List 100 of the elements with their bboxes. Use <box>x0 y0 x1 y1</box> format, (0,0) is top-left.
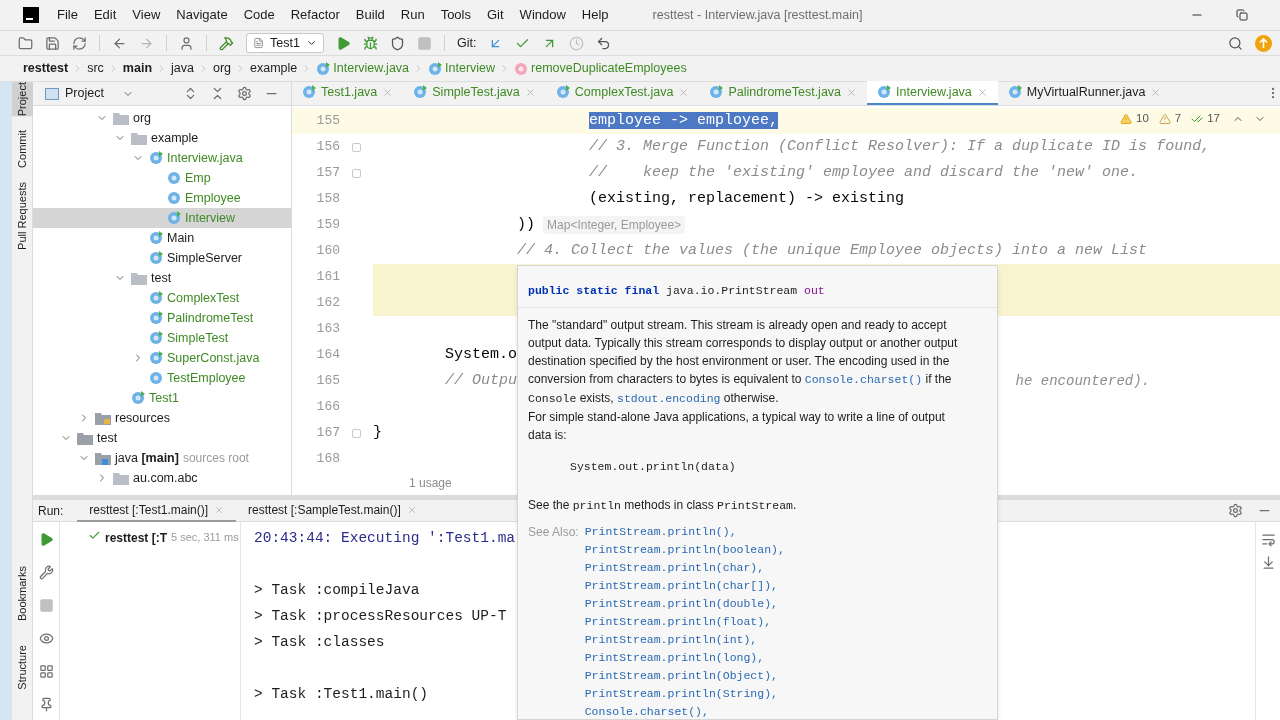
search-icon[interactable] <box>1228 35 1243 51</box>
rollback-icon[interactable] <box>596 35 612 51</box>
doc-link[interactable]: PrintStream.println(boolean), <box>584 541 785 559</box>
doc-link[interactable]: PrintStream.println(char[]), <box>584 577 778 595</box>
tree-item[interactable]: SimpleTest <box>33 328 291 348</box>
close-icon[interactable] <box>214 504 225 515</box>
menu-item[interactable]: Refactor <box>282 5 348 25</box>
doc-link[interactable]: PrintStream.println(Object), <box>584 667 778 685</box>
doc-link[interactable]: PrintStream.println(String), <box>584 685 778 703</box>
tree-item[interactable]: PalindromeTest <box>33 308 291 328</box>
editor-tab[interactable]: ComplexTest.java <box>545 81 700 105</box>
tree-item[interactable]: example <box>33 128 291 148</box>
fold-marker-icon[interactable] <box>352 168 361 178</box>
user-icon[interactable] <box>179 35 194 51</box>
coverage-icon[interactable] <box>390 35 405 51</box>
doc-link[interactable]: Console.charset() <box>804 373 923 386</box>
history-icon[interactable] <box>569 35 585 51</box>
menu-item[interactable]: Help <box>573 5 617 25</box>
restore-icon[interactable] <box>1236 9 1248 21</box>
tree-item[interactable]: resources <box>33 408 291 428</box>
editor-tab[interactable]: Interview.java <box>867 81 998 105</box>
breadcrumb-item[interactable]: example <box>250 59 298 78</box>
warning-icon[interactable] <box>1120 112 1132 125</box>
run-tab[interactable]: resttest [:SampleTest.main()] <box>236 499 429 522</box>
breadcrumb-item[interactable]: src <box>87 59 104 78</box>
run-tab[interactable]: resttest [:Test1.main()] <box>77 499 237 522</box>
tree-item[interactable]: au.com.abc <box>33 468 291 488</box>
tree-item[interactable]: TestEmployee <box>33 368 291 388</box>
tree-item[interactable]: SuperConst.java <box>33 348 291 368</box>
doc-link[interactable]: Console.charset(), <box>584 703 709 720</box>
run-icon[interactable] <box>336 35 351 51</box>
doc-link[interactable]: PrintStream.println(long), <box>584 649 765 667</box>
breadcrumb-item[interactable]: resttest <box>23 59 69 78</box>
menu-item[interactable]: Tools <box>432 5 479 25</box>
fold-marker-icon[interactable] <box>352 142 361 152</box>
breadcrumb-item[interactable]: org <box>212 59 232 78</box>
breadcrumb-item[interactable]: java <box>171 59 194 78</box>
back-icon[interactable] <box>112 35 127 51</box>
tree-item[interactable]: test <box>33 428 291 448</box>
tree-item[interactable]: ComplexTest <box>33 288 291 308</box>
open-folder-icon[interactable] <box>18 35 33 51</box>
side-tool-tab[interactable]: Bookmarks <box>13 566 31 622</box>
sync-icon[interactable] <box>72 35 87 51</box>
rerun-icon[interactable] <box>38 532 54 547</box>
menu-item[interactable]: Window <box>511 5 574 25</box>
doc-link[interactable]: PrintStream.println(char), <box>584 559 765 577</box>
editor-tab[interactable]: PalindromeTest.java <box>699 81 868 105</box>
side-tool-tab[interactable]: Structure <box>13 645 31 690</box>
tree-item[interactable]: Emp <box>33 168 291 188</box>
stop-icon[interactable] <box>38 598 54 613</box>
close-icon[interactable] <box>1150 86 1162 98</box>
editor-tab[interactable]: Test1.java <box>292 81 404 105</box>
menu-item[interactable]: Navigate <box>168 5 236 25</box>
close-icon[interactable] <box>524 86 536 98</box>
side-tool-tab[interactable]: Pull Requests <box>11 182 33 250</box>
close-icon[interactable] <box>846 86 858 98</box>
doc-link[interactable]: PrintStream.println(double), <box>584 595 778 613</box>
debug-icon[interactable] <box>363 35 378 51</box>
doc-link[interactable]: PrintStream.println(), <box>584 523 737 541</box>
close-icon[interactable] <box>406 504 417 515</box>
doc-link[interactable]: PrintStream.println(int), <box>584 631 758 649</box>
tree-item[interactable]: org <box>33 108 291 128</box>
tree-item[interactable]: Main <box>33 228 291 248</box>
menu-item[interactable]: View <box>124 5 169 25</box>
doc-link[interactable]: stdout.encoding <box>617 392 721 405</box>
run-tree-item[interactable]: resttest [:T <box>105 529 167 547</box>
doc-link[interactable]: PrintStream.println(float), <box>584 613 772 631</box>
tree-item[interactable]: Interview.java <box>33 148 291 168</box>
settings-icon[interactable] <box>1228 503 1243 518</box>
soft-wrap-icon[interactable] <box>1260 532 1276 547</box>
settings-icon[interactable] <box>237 86 252 101</box>
wrench-icon[interactable] <box>38 565 54 580</box>
weak-warning-icon[interactable] <box>1158 112 1171 125</box>
panel-title[interactable]: Project <box>65 84 104 103</box>
menu-item[interactable]: Build <box>347 5 393 25</box>
build-icon[interactable] <box>219 35 234 51</box>
tree-item[interactable]: test <box>33 268 291 288</box>
side-tool-tab[interactable]: Project <box>11 82 33 117</box>
menu-item[interactable]: Run <box>392 5 433 25</box>
menu-item[interactable]: Code <box>235 5 283 25</box>
menu-item[interactable]: File <box>49 5 86 25</box>
run-config-dropdown[interactable]: Test1 <box>246 33 324 53</box>
breadcrumb-item[interactable]: Interview <box>445 59 496 78</box>
editor-tab[interactable]: MyVirtualRunner.java <box>997 81 1172 105</box>
close-icon[interactable] <box>678 86 690 98</box>
layout-icon[interactable] <box>38 664 54 679</box>
close-icon[interactable] <box>976 86 988 98</box>
stop-icon[interactable] <box>417 35 432 51</box>
tree-item[interactable]: Employee <box>33 188 291 208</box>
tree-item[interactable]: SimpleServer <box>33 248 291 268</box>
breadcrumb-item[interactable]: removeDuplicateEmployees <box>531 59 687 78</box>
breadcrumb-item[interactable]: main <box>122 59 153 78</box>
editor-tab[interactable]: SimpleTest.java <box>403 81 546 105</box>
pin-icon[interactable] <box>38 697 54 712</box>
update-badge-icon[interactable] <box>1255 34 1272 52</box>
tree-item[interactable]: Test1 <box>33 388 291 408</box>
menu-item[interactable]: Edit <box>85 5 125 25</box>
menu-item[interactable]: Git <box>479 5 512 25</box>
breadcrumb-item[interactable]: Interview.java <box>333 59 410 78</box>
close-icon[interactable] <box>382 86 394 98</box>
